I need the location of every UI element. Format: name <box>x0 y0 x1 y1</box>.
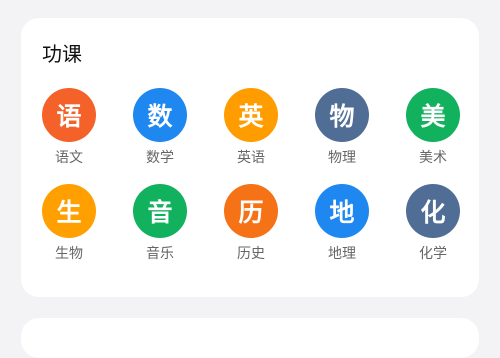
subjects-card: 功课 语语文数数学英英语物物理美美术生生物音音乐历历史地地理化化学 <box>21 18 479 297</box>
subject-item-chinese[interactable]: 语语文 <box>29 88 109 167</box>
chemistry-icon[interactable]: 化 <box>406 184 460 238</box>
subject-label: 生物 <box>55 246 83 262</box>
subject-item-physics[interactable]: 物物理 <box>302 88 382 167</box>
music-icon[interactable]: 音 <box>133 184 187 238</box>
subject-label: 音乐 <box>146 246 174 262</box>
subject-label: 地理 <box>328 246 356 262</box>
subject-item-history[interactable]: 历历史 <box>211 184 291 263</box>
english-icon[interactable]: 英 <box>224 88 278 142</box>
subject-label: 化学 <box>419 246 447 262</box>
chinese-icon[interactable]: 语 <box>42 88 96 142</box>
subject-item-music[interactable]: 音音乐 <box>120 184 200 263</box>
subject-item-math[interactable]: 数数学 <box>120 88 200 167</box>
art-icon[interactable]: 美 <box>406 88 460 142</box>
next-card <box>21 318 479 358</box>
subject-label: 英语 <box>237 150 265 166</box>
subject-label: 语文 <box>55 150 83 166</box>
subject-grid: 语语文数数学英英语物物理美美术生生物音音乐历历史地地理化化学 <box>21 18 479 297</box>
subject-item-chemistry[interactable]: 化化学 <box>393 184 473 263</box>
subject-label: 物理 <box>328 150 356 166</box>
subject-item-english[interactable]: 英英语 <box>211 88 291 167</box>
subject-item-art[interactable]: 美美术 <box>393 88 473 167</box>
subject-item-geography[interactable]: 地地理 <box>302 184 382 263</box>
subject-label: 美术 <box>419 150 447 166</box>
geography-icon[interactable]: 地 <box>315 184 369 238</box>
subject-item-biology[interactable]: 生生物 <box>29 184 109 263</box>
subject-label: 数学 <box>146 150 174 166</box>
subject-label: 历史 <box>237 246 265 262</box>
math-icon[interactable]: 数 <box>133 88 187 142</box>
physics-icon[interactable]: 物 <box>315 88 369 142</box>
history-icon[interactable]: 历 <box>224 184 278 238</box>
biology-icon[interactable]: 生 <box>42 184 96 238</box>
